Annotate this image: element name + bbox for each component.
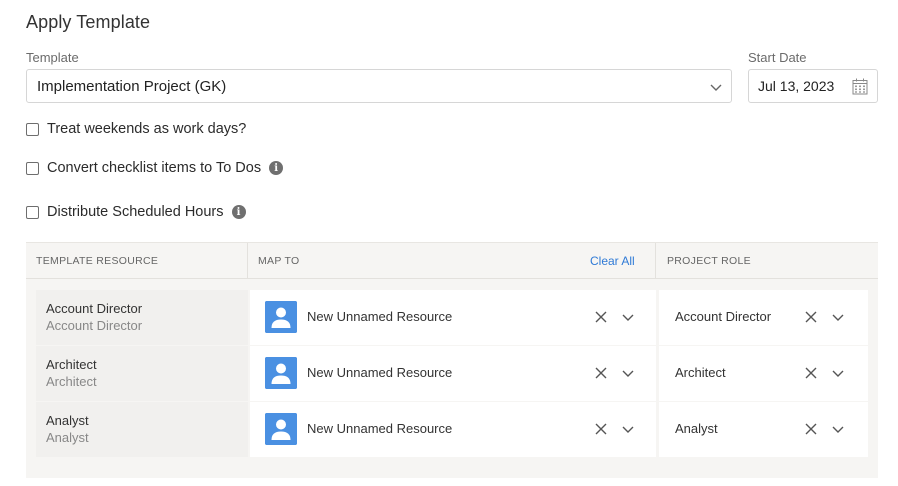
resource-role: Account Director xyxy=(46,318,143,333)
map-to-value: New Unnamed Resource xyxy=(307,421,453,436)
column-divider xyxy=(655,243,656,279)
column-header-project-role: PROJECT ROLE xyxy=(667,255,751,267)
close-icon[interactable] xyxy=(595,311,607,323)
distribute-hours-label[interactable]: Distribute Scheduled Hours xyxy=(47,204,224,220)
chevron-down-icon[interactable] xyxy=(831,366,845,380)
project-role-select[interactable]: Architect xyxy=(659,346,868,401)
project-role-value: Account Director xyxy=(675,309,772,324)
resource-mapping-table: TEMPLATE RESOURCE MAP TO Clear All PROJE… xyxy=(26,242,878,478)
table-row: Account Director Account Director New Un… xyxy=(36,290,868,345)
map-to-select[interactable]: New Unnamed Resource xyxy=(250,346,656,401)
project-role-select[interactable]: Analyst xyxy=(659,402,868,457)
info-icon[interactable]: i xyxy=(269,161,284,175)
project-role-select[interactable]: Account Director xyxy=(659,290,868,345)
info-icon[interactable]: i xyxy=(231,205,246,219)
project-role-value: Analyst xyxy=(675,421,718,436)
chevron-down-icon[interactable] xyxy=(831,310,845,324)
table-row: Analyst Analyst New Unnamed Resource Ana… xyxy=(36,402,868,457)
chevron-down-icon[interactable] xyxy=(621,422,635,436)
chevron-down-icon[interactable] xyxy=(621,310,635,324)
template-resource-cell: Analyst Analyst xyxy=(36,402,248,457)
resource-role: Analyst xyxy=(46,430,89,445)
calendar-icon[interactable] xyxy=(852,78,868,95)
close-icon[interactable] xyxy=(805,367,817,379)
user-avatar-icon xyxy=(265,301,297,333)
column-divider xyxy=(247,243,248,279)
close-icon[interactable] xyxy=(805,423,817,435)
option-weekends[interactable]: Treat weekends as work days? xyxy=(26,121,246,137)
start-date-value: Jul 13, 2023 xyxy=(758,78,835,94)
map-to-select[interactable]: New Unnamed Resource xyxy=(250,290,656,345)
chevron-down-icon[interactable] xyxy=(709,80,723,94)
distribute-hours-checkbox[interactable] xyxy=(26,205,39,219)
resource-name: Analyst xyxy=(46,413,89,428)
column-header-map-to: MAP TO xyxy=(258,255,300,267)
start-date-input[interactable]: Jul 13, 2023 xyxy=(748,69,878,103)
map-to-value: New Unnamed Resource xyxy=(307,309,453,324)
option-checklist-todos[interactable]: Convert checklist items to To Dos i xyxy=(26,160,284,176)
page-title: Apply Template xyxy=(26,12,151,32)
project-role-value: Architect xyxy=(675,365,726,380)
user-avatar-icon xyxy=(265,413,297,445)
resource-role: Architect xyxy=(46,374,97,389)
template-select[interactable]: Implementation Project (GK) xyxy=(26,69,732,103)
close-icon[interactable] xyxy=(805,311,817,323)
close-icon[interactable] xyxy=(595,423,607,435)
start-date-label: Start Date xyxy=(748,50,807,65)
chevron-down-icon[interactable] xyxy=(831,422,845,436)
chevron-down-icon[interactable] xyxy=(621,366,635,380)
checklist-todos-checkbox[interactable] xyxy=(26,161,39,175)
user-avatar-icon xyxy=(265,357,297,389)
checklist-todos-label[interactable]: Convert checklist items to To Dos xyxy=(47,160,261,176)
map-to-value: New Unnamed Resource xyxy=(307,365,453,380)
resource-name: Account Director xyxy=(46,301,143,316)
map-to-select[interactable]: New Unnamed Resource xyxy=(250,402,656,457)
close-icon[interactable] xyxy=(595,367,607,379)
template-resource-cell: Architect Architect xyxy=(36,346,248,401)
column-header-template-resource: TEMPLATE RESOURCE xyxy=(36,255,159,267)
weekends-checkbox[interactable] xyxy=(26,122,39,136)
template-label: Template xyxy=(26,50,79,65)
clear-all-link[interactable]: Clear All xyxy=(590,254,635,268)
option-distribute-hours[interactable]: Distribute Scheduled Hours i xyxy=(26,204,246,220)
table-row: Architect Architect New Unnamed Resource… xyxy=(36,346,868,401)
template-select-value: Implementation Project (GK) xyxy=(37,77,227,95)
weekends-label[interactable]: Treat weekends as work days? xyxy=(47,121,246,137)
template-resource-cell: Account Director Account Director xyxy=(36,290,248,345)
resource-name: Architect xyxy=(46,357,97,372)
table-header: TEMPLATE RESOURCE MAP TO Clear All PROJE… xyxy=(26,243,878,279)
